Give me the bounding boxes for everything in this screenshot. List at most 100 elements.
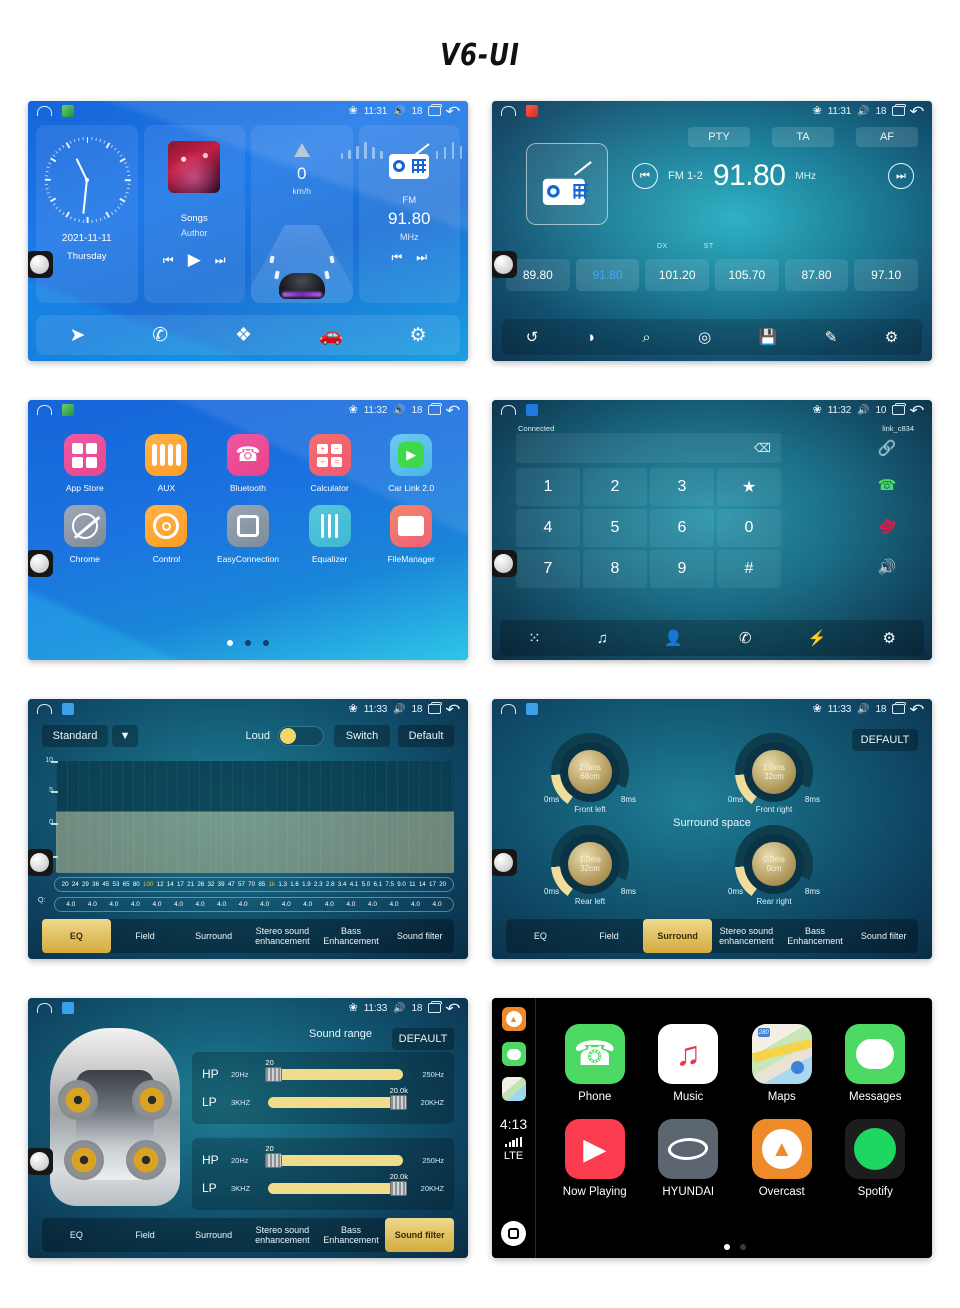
radio-preset[interactable]: 87.80 [784,259,849,291]
filter-slider[interactable]: 20 [265,1058,403,1082]
rotary-knob[interactable] [28,251,53,278]
dial-key[interactable]: 4 [516,509,580,547]
eq-frequency[interactable]: 85 [258,881,265,888]
tab-sound-filter[interactable]: Sound filter [849,919,918,953]
eq-frequency[interactable]: 20 [62,881,69,888]
eq-frequency[interactable]: 29 [82,881,89,888]
current-app-icon[interactable] [62,105,74,117]
eq-frequency[interactable]: 1.9 [302,881,311,888]
carplay-home-icon[interactable] [501,1221,526,1246]
eq-chart[interactable] [56,761,454,873]
eq-frequency[interactable]: 5.0 [362,881,371,888]
eq-q-value[interactable]: 4.0 [239,901,248,908]
filter-slider[interactable]: 20.0k [268,1172,408,1196]
eq-frequency[interactable]: 39 [218,881,225,888]
eq-q-value[interactable]: 4.0 [282,901,291,908]
current-app-icon[interactable] [62,404,74,416]
tab-eq[interactable]: EQ [42,1218,111,1252]
music-next-icon[interactable]: ⏭ [215,253,226,268]
app-item[interactable]: Control [126,505,208,564]
eq-q-value[interactable]: 4.0 [368,901,377,908]
radio-preset[interactable]: 105.70 [715,259,779,291]
eq-frequency[interactable]: 100 [143,881,153,888]
ta-button[interactable]: TA [772,127,834,147]
eq-frequency[interactable]: 1.3 [278,881,287,888]
filter-slider[interactable]: 20.0k [268,1086,408,1110]
current-app-icon[interactable] [62,703,74,715]
chevron-down-icon[interactable]: ▼ [112,725,138,747]
radio-preset[interactable]: 97.10 [854,259,919,291]
phone-icon[interactable]: ✆ [152,324,168,347]
settings-icon[interactable]: ⚙ [410,324,427,347]
stereo-toggle-icon[interactable]: ◑ [586,329,595,346]
home-outline-icon[interactable] [501,106,516,116]
dial-key[interactable]: 2 [583,468,647,506]
recents-icon[interactable] [892,403,907,415]
home-outline-icon[interactable] [37,106,52,116]
app-item[interactable]: FileManager [370,505,452,564]
eq-frequency[interactable]: 9.0 [397,881,406,888]
back-arrow-icon[interactable]: ↶ [910,104,925,118]
eq-frequency[interactable]: 6.1 [373,881,382,888]
eq-frequency[interactable]: 80 [133,881,140,888]
link-icon[interactable]: 🔗 [856,433,918,463]
search-icon[interactable]: ⌕ [642,329,650,346]
eq-q-value[interactable]: 4.0 [433,901,442,908]
eq-q-value[interactable]: 4.0 [174,901,183,908]
tab-eq[interactable]: EQ [506,919,575,953]
carplay-app[interactable]: ▶ Now Playing [548,1119,642,1198]
app-item[interactable]: Chrome [44,505,126,564]
rotary-knob[interactable] [28,1148,53,1175]
eq-q-value[interactable]: 4.0 [196,901,205,908]
eq-q-value[interactable]: 4.0 [303,901,312,908]
tab-sound-filter[interactable]: Sound filter [385,1218,455,1252]
band-switch-icon[interactable]: ↺ [526,328,539,346]
home-outline-icon[interactable] [501,704,516,714]
rotary-knob[interactable] [28,849,53,876]
eq-frequency[interactable]: 2.8 [326,881,335,888]
back-arrow-icon[interactable]: ↶ [910,403,925,417]
back-arrow-icon[interactable]: ↶ [446,403,461,417]
carplay-app[interactable]: ♫ Music [642,1024,736,1103]
overcast-icon[interactable]: ▲ [501,1007,526,1031]
eq-frequency[interactable]: 24 [72,881,79,888]
app-item[interactable]: ▶ Car Link 2.0 [370,434,452,493]
home-outline-icon[interactable] [37,1003,52,1013]
app-item[interactable]: EasyConnection [207,505,289,564]
eq-frequency[interactable]: 20 [439,881,446,888]
eq-q-value[interactable]: 4.0 [66,901,75,908]
eq-q-value[interactable]: 4.0 [131,901,140,908]
page-dot[interactable] [740,1244,746,1250]
surround-knob[interactable]: 2.0ms68cm0ms8msFront left [544,733,636,814]
carplay-app[interactable]: ▲ Overcast [735,1119,829,1198]
pty-button[interactable]: PTY [688,127,750,147]
dial-key[interactable]: 5 [583,509,647,547]
home-outline-icon[interactable] [501,405,516,415]
app-item[interactable]: ☎ Bluetooth [207,434,289,493]
rotary-knob[interactable] [492,550,517,577]
eq-frequency[interactable]: 36 [92,881,99,888]
tab-stereo-sound-enhancement[interactable]: Stereo sound enhancement [248,1218,317,1252]
eq-frequency[interactable]: 12 [157,881,164,888]
back-arrow-icon[interactable]: ↶ [446,104,461,118]
eq-q-value[interactable]: 4.0 [346,901,355,908]
eq-frequency[interactable]: 17 [429,881,436,888]
eq-q-row[interactable]: 4.0 4.0 4.0 4.0 4.0 4.0 4.0 4.0 4.0 4.0 4.0 4.0 4.0 4… [54,897,454,912]
recents-icon[interactable] [428,702,443,714]
scan-icon[interactable]: ◎ [698,328,711,346]
carplay-app[interactable]: 280 Maps [735,1024,829,1103]
surround-knob[interactable]: 1.0ms32cm0ms8msFront right [728,733,820,814]
music-widget[interactable]: Songs Author ⏮ ▶ ⏭ [143,125,245,303]
eq-frequency[interactable]: 1k [269,881,276,888]
music-prev-icon[interactable]: ⏮ [163,253,174,268]
radio-widget[interactable]: FM 91.80 MHz ⏮ ⏭ [340,125,468,303]
surround-knob[interactable]: 0.0ms0cm0ms8msRear right [728,825,820,906]
loud-toggle[interactable] [278,726,324,746]
tab-bass-enhancement[interactable]: Bass Enhancement [317,919,386,953]
call-history-icon[interactable]: ✆ [739,629,752,647]
carplay-app[interactable]: Messages [829,1024,923,1103]
radio-prev-button[interactable]: ⏮ [632,163,658,189]
eq-frequency[interactable]: 7.5 [385,881,394,888]
filter-slider[interactable]: 20 [265,1144,403,1168]
current-app-icon[interactable] [526,404,538,416]
